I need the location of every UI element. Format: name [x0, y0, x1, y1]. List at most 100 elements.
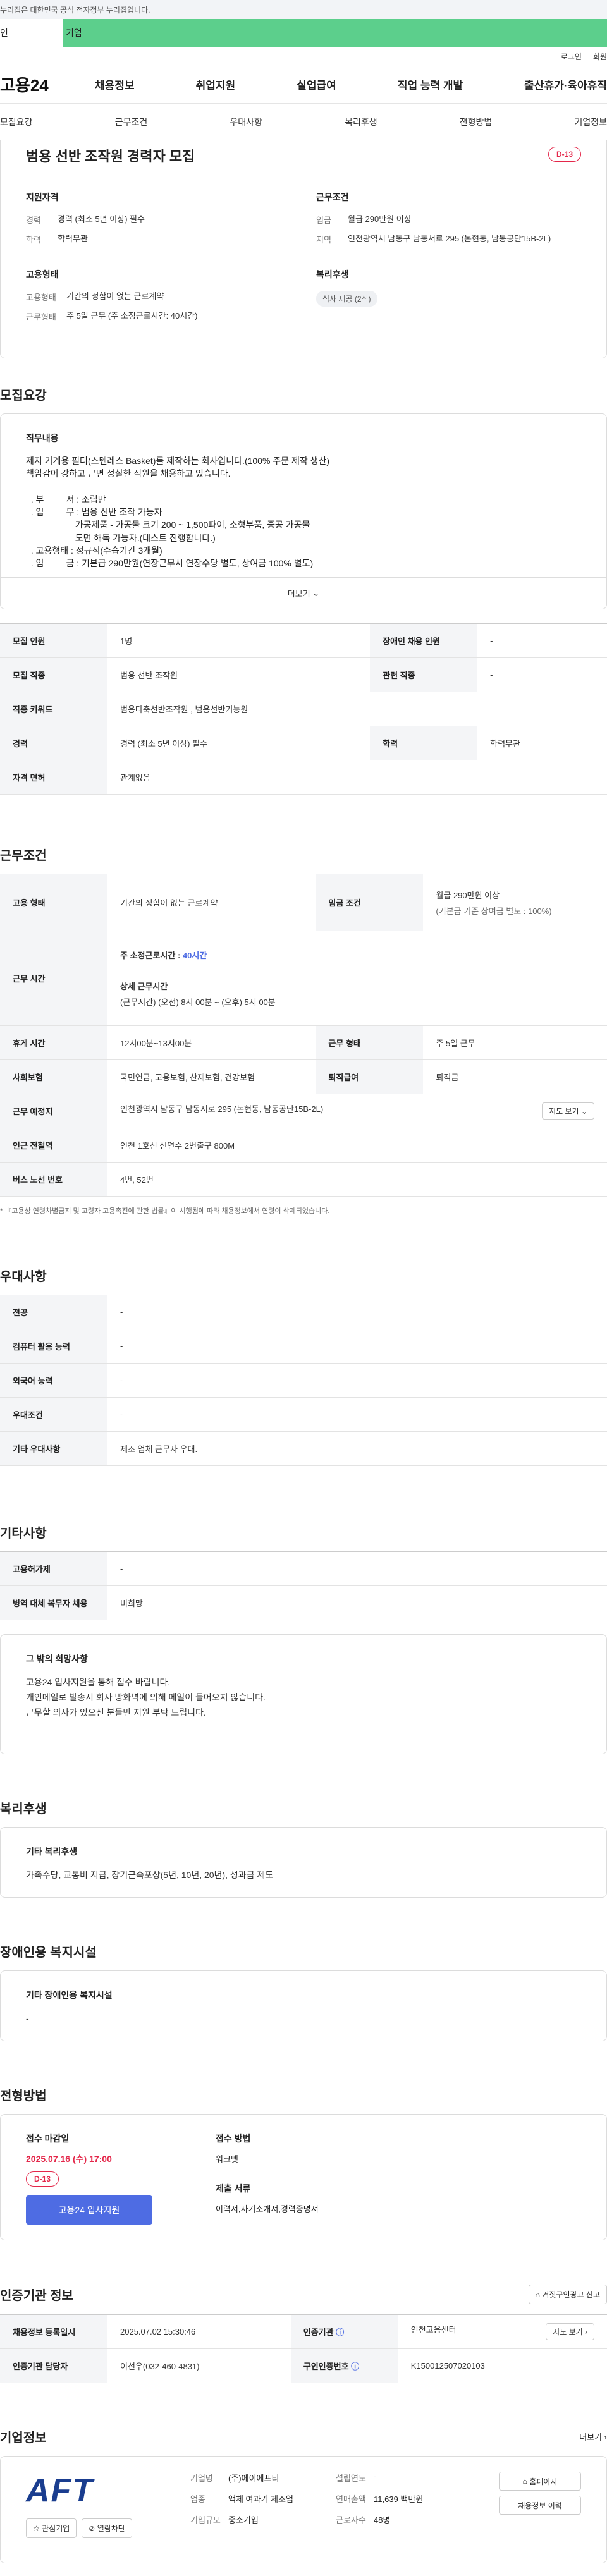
- tab-recruit[interactable]: 모집요강: [0, 116, 33, 128]
- industry-label: 업종: [190, 2494, 205, 2504]
- work-emptype-value: 기간의 정함이 없는 근로계약: [107, 874, 316, 931]
- welfare-summary-heading: 복리후생: [316, 269, 349, 279]
- method-label: 접수 방법: [216, 2133, 251, 2144]
- tab-welfare[interactable]: 복리후생: [345, 116, 377, 128]
- tab-company[interactable]: 기업: [63, 19, 607, 47]
- main-menu: 채용정보 취업지원 실업급여 직업 능력 개발 출산휴가·육아휴직: [95, 76, 607, 92]
- row-label: 컴퓨터 활용 능력: [0, 1329, 107, 1364]
- employment-type-section: 고용형태 고용형태 기간의 정함이 없는 근로계약 근무형태 주 5일 근무 (주 …: [26, 268, 291, 330]
- etc-table: 고용허가제 - 병역 대체 복무자 채용 비희망: [0, 1551, 607, 1620]
- favorite-company-button[interactable]: ☆ 관심기업: [26, 2518, 77, 2538]
- tab-company[interactable]: 기업정보: [574, 116, 607, 128]
- rest-label: 휴게 시간: [0, 1025, 107, 1060]
- row-value: 제조 업체 근무자 우대.: [107, 1431, 607, 1466]
- company-actions: ⌂ 홈페이지 채용정보 이력: [499, 2472, 581, 2548]
- recruit-heading: 모집요강: [0, 389, 47, 403]
- company-more-label: 더보기: [579, 2433, 603, 2442]
- table-row: 외국어 능력 -: [0, 1363, 607, 1398]
- established-label: 설립연도: [336, 2474, 366, 2483]
- job-history-button[interactable]: 채용정보 이력: [499, 2496, 581, 2515]
- dday-badge: D-13: [548, 147, 581, 162]
- job-description-card: 직무내용 제지 기계용 필터(스텐레스 Basket)를 제작하는 회사입니다.…: [0, 413, 607, 609]
- weekly-hours-value: 40시간: [182, 951, 207, 960]
- info-icon[interactable]: ⓘ: [336, 2328, 344, 2337]
- deadline-section: 접수 마감일 2025.07.16 (수) 17:00 D-13 고용24 입사…: [26, 2132, 190, 2225]
- work-wage-value: 월급 290만원 이상 (기본급 기준 상여금 별도 : 100%): [423, 874, 607, 931]
- login-link[interactable]: 로그인: [561, 51, 582, 62]
- menu-parental-leave[interactable]: 출산휴가·육아휴직: [524, 76, 607, 92]
- company-more-link[interactable]: 더보기 ›: [579, 2431, 607, 2443]
- company-name-label: 기업명: [190, 2474, 213, 2483]
- gov-notice-bar: 누리집은 대한민국 공식 전자정부 누리집입니다.: [0, 0, 607, 19]
- expand-button[interactable]: 더보기 ⌄: [1, 577, 606, 609]
- company-card: AFT ☆ 관심기업 ⊘ 열람차단 기업명 (주)에이에프티 설립연도 - 업종 액체…: [0, 2456, 607, 2563]
- industry-value: 액체 여과기 제조업: [228, 2494, 293, 2504]
- mgr-value: 이선우(032-460-4831): [107, 2348, 291, 2383]
- career-label: 경력: [26, 216, 41, 225]
- row-value: -: [107, 1329, 607, 1364]
- reg-label: 채용정보 등록일시: [0, 2314, 107, 2349]
- row-value: 비희망: [107, 1585, 607, 1620]
- tab-work-conditions[interactable]: 근무조건: [115, 116, 148, 128]
- global-nav: 고용24 채용정보 취업지원 실업급여 직업 능력 개발 출산휴가·육아휴직: [0, 66, 607, 104]
- gov-notice-text: 누리집은 대한민국 공식 전자정부 누리집입니다.: [0, 5, 150, 15]
- org-value: 인천고용센터 지도 보기 ›: [398, 2314, 607, 2349]
- table-row: 모집 직종 범용 선반 조작원 관련 직종 -: [0, 657, 607, 692]
- home-icon: ⌂: [522, 2477, 527, 2486]
- welfare-sub-title: 기타 복리후생: [26, 1847, 78, 1857]
- home-icon: ⌂: [535, 2290, 540, 2299]
- disabled-heading: 장애인용 복지시설: [0, 1946, 97, 1960]
- welfare-chip: 식사 제공 (2식): [316, 291, 377, 307]
- row-label: 기타 우대사항: [0, 1431, 107, 1466]
- insurance-label: 사회보험: [0, 1059, 107, 1094]
- wage-value: 월급 290만원 이상: [348, 214, 412, 224]
- tab-preference[interactable]: 우대사항: [230, 116, 262, 128]
- map-button[interactable]: 지도 보기 ⌄: [542, 1102, 594, 1120]
- org-label-text: 인증기관: [303, 2328, 334, 2337]
- tab-individual[interactable]: 인: [0, 19, 63, 47]
- menu-job-info[interactable]: 채용정보: [95, 76, 135, 92]
- menu-job-training[interactable]: 직업 능력 개발: [398, 76, 463, 92]
- report-button[interactable]: ⌂ 거짓구인광고 신고: [528, 2285, 607, 2304]
- tab-process[interactable]: 전형방법: [460, 116, 493, 128]
- cert-header: 인증기관 정보 ⌂ 거짓구인광고 신고: [0, 2285, 607, 2304]
- row-label: 직종 키워드: [0, 692, 107, 726]
- bus-value: 4번, 52번: [107, 1162, 607, 1197]
- row-label: 모집 인원: [0, 623, 107, 658]
- menu-employment-support[interactable]: 취업지원: [196, 76, 236, 92]
- rest-value: 12시00분~13시00분: [107, 1025, 316, 1060]
- table-row: 컴퓨터 활용 능력 -: [0, 1329, 607, 1364]
- row-value: -: [107, 1363, 607, 1398]
- job-summary-card: 범용 선반 조작원 경력자 모집 D-13 지원자격 경력 경력 (최소 5년 이…: [0, 140, 607, 358]
- cert-map-button[interactable]: 지도 보기 ›: [546, 2323, 594, 2340]
- row-label: 우대조건: [0, 1397, 107, 1432]
- wage-line-1: 월급 290만원 이상: [436, 890, 500, 900]
- work-hours-value: 주 소정근로시간 : 40시간 상세 근무시간 (근무시간) (오전) 8시 0…: [107, 931, 607, 1026]
- bus-label: 버스 노선 번호: [0, 1162, 107, 1197]
- block-icon: ⊘: [89, 2524, 95, 2533]
- menu-unemployment-benefit[interactable]: 실업급여: [297, 76, 336, 92]
- etc-message-line: 근무할 의사가 있으신 분들만 지원 부탁 드립니다.: [26, 1707, 206, 1718]
- workplace-value: 인천광역시 남동구 남동서로 295 (논현동, 남동공단15B-2L) 지도 보…: [107, 1094, 607, 1128]
- subway-value: 인천 1호선 신연수 2번출구 800M: [107, 1128, 607, 1163]
- num-value: K150012507020103: [398, 2348, 607, 2383]
- table-row: 직종 키워드 범용다축선반조작원 , 범용선반기능원: [0, 692, 607, 726]
- pref-heading: 우대사항: [0, 1270, 47, 1284]
- info-icon[interactable]: ⓘ: [351, 2362, 359, 2371]
- etc-heading: 기타사항: [0, 1527, 47, 1541]
- process-card: 접수 마감일 2025.07.16 (수) 17:00 D-13 고용24 입사…: [0, 2114, 607, 2240]
- row-label: 외국어 능력: [0, 1363, 107, 1398]
- join-link[interactable]: 회원: [593, 51, 607, 62]
- homepage-button[interactable]: ⌂ 홈페이지: [499, 2472, 581, 2491]
- star-icon: ☆: [33, 2524, 40, 2533]
- revenue-label: 연매출액: [336, 2494, 366, 2504]
- site-logo[interactable]: 고용24: [0, 73, 95, 96]
- pref-table: 전공 - 컴퓨터 활용 능력 - 외국어 능력 - 우대조건 - 기타 우대사항 제조 업체 근무…: [0, 1295, 607, 1466]
- company-size-value: 중소기업: [228, 2515, 259, 2525]
- company-header: 기업정보 더보기 ›: [0, 2427, 607, 2446]
- company-heading: 기업정보: [0, 2431, 47, 2445]
- apply-button[interactable]: 고용24 입사지원: [26, 2195, 152, 2225]
- method-value: 워크넷: [216, 2154, 238, 2164]
- block-view-button[interactable]: ⊘ 열람차단: [82, 2518, 132, 2538]
- work-heading: 근무조건: [0, 849, 47, 863]
